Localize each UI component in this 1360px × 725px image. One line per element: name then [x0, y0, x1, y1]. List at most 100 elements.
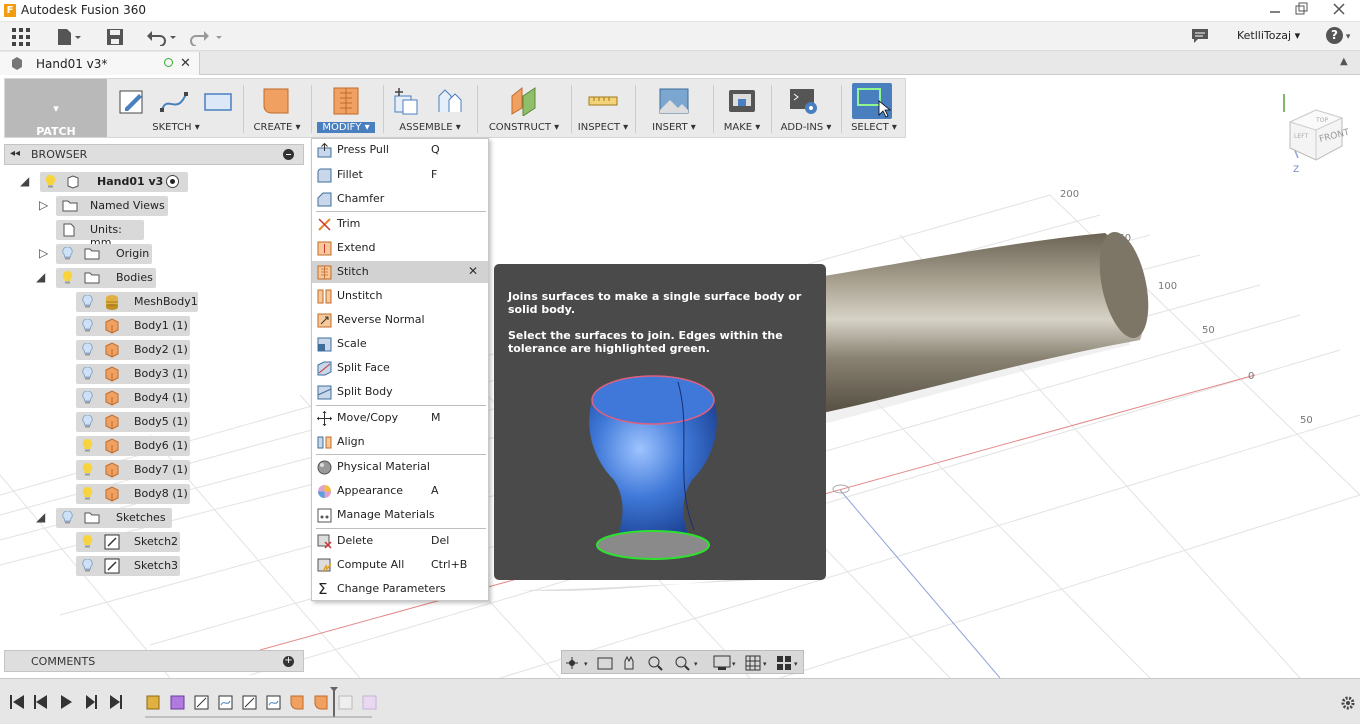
menu-item-unstitch[interactable]: Unstitch	[312, 285, 488, 307]
tree-item-sketch2[interactable]: Sketch2	[76, 532, 180, 552]
spline-icon[interactable]	[159, 86, 189, 116]
patch-extrude-icon[interactable]	[261, 86, 291, 116]
visibility-bulb-icon	[62, 511, 73, 524]
stitch-icon[interactable]	[331, 86, 361, 116]
browser-options-icon[interactable]	[283, 149, 294, 160]
file-menu-icon[interactable]	[56, 28, 82, 46]
tree-item-meshbody1[interactable]: MeshBody1	[76, 292, 198, 312]
user-name: KetlliTozaj	[1237, 29, 1292, 42]
menu-item-extend[interactable]: Extend	[312, 237, 488, 259]
add-comment-icon[interactable]: +	[283, 656, 294, 667]
tree-item-body3[interactable]: Body3 (1)	[76, 364, 190, 384]
menu-item-fillet[interactable]: Fillet F	[312, 164, 488, 186]
comments-panel[interactable]: COMMENTS +	[4, 650, 304, 672]
menu-item-compute-all[interactable]: Compute All Ctrl+B	[312, 554, 488, 576]
notifications-icon[interactable]	[1191, 28, 1209, 44]
menu-item-physical-material[interactable]: Physical Material	[312, 456, 488, 478]
menu-item-reverse-normal[interactable]: Reverse Normal	[312, 309, 488, 331]
menu-item-split-face[interactable]: Split Face	[312, 357, 488, 379]
visibility-bulb-icon	[82, 343, 93, 356]
tree-item-origin[interactable]: Origin	[56, 244, 152, 264]
help-button[interactable]: ? ▾	[1326, 27, 1356, 45]
tree-item-bodies[interactable]: Bodies	[56, 268, 156, 288]
browser-header[interactable]: ◂◂ BROWSER	[4, 144, 304, 165]
quick-access-toolbar: KetlliTozaj ▾ ? ▾	[0, 22, 1360, 51]
menu-item-scale[interactable]: Scale	[312, 333, 488, 355]
document-tab-bar	[0, 51, 1360, 75]
collapse-arrow-icon[interactable]: ◢	[36, 270, 45, 284]
tree-item-label: Body1 (1)	[134, 319, 188, 332]
menu-item-split-body[interactable]: Split Body	[312, 381, 488, 403]
view-cube[interactable]: FRONT TOP LEFT Z	[1276, 86, 1351, 176]
toolbar-group-add-ins[interactable]: ADD-INS ▾	[773, 79, 839, 137]
tree-item-named-views[interactable]: Named Views	[56, 196, 168, 216]
menu-item-move-copy[interactable]: Move/Copy M	[312, 407, 488, 429]
align-icon	[317, 436, 332, 449]
tree-item-body8[interactable]: Body8 (1)	[76, 484, 190, 504]
menu-item-delete[interactable]: Delete Del	[312, 530, 488, 552]
insert-image-icon[interactable]	[659, 86, 689, 116]
stitch-icon	[317, 265, 332, 280]
tree-item-body2[interactable]: Body2 (1)	[76, 340, 190, 360]
rectangle-icon[interactable]	[203, 86, 233, 116]
pin-close-icon[interactable]: ✕	[468, 264, 478, 278]
toolbar-group-select[interactable]: SELECT ▾	[843, 79, 905, 137]
restore-icon[interactable]	[1294, 2, 1308, 16]
toolbar-group-insert[interactable]: INSERT ▾	[637, 79, 711, 137]
sigma-icon: Σ	[318, 580, 328, 598]
redo-icon[interactable]	[190, 28, 224, 47]
toolbar-group-assemble[interactable]: ASSEMBLE ▾	[385, 79, 475, 137]
tree-item-root[interactable]: Hand01 v3	[40, 172, 188, 192]
timeline-settings-gear-icon[interactable]	[1340, 695, 1356, 711]
folder-icon	[84, 512, 100, 524]
group-label-inspect: INSPECT	[577, 122, 620, 133]
collapse-arrow-icon[interactable]: ◢	[36, 510, 45, 524]
toolbar-group-construct[interactable]: CONSTRUCT ▾	[479, 79, 569, 137]
offset-plane-icon[interactable]	[509, 86, 539, 117]
menu-item-press-pull[interactable]: Press Pull Q	[312, 139, 488, 161]
tree-item-body7[interactable]: Body7 (1)	[76, 460, 190, 480]
menu-item-chamfer[interactable]: Chamfer	[312, 188, 488, 210]
user-account-menu[interactable]: KetlliTozaj ▾	[1237, 29, 1300, 42]
close-tab-icon[interactable]: ✕	[180, 56, 191, 71]
tree-item-body4[interactable]: Body4 (1)	[76, 388, 190, 408]
new-component-icon[interactable]	[391, 86, 421, 116]
select-icon[interactable]	[852, 83, 892, 119]
svg-text:▾: ▾	[732, 660, 736, 668]
menu-item-manage-materials[interactable]: Manage Materials	[312, 504, 488, 526]
tree-item-sketches[interactable]: Sketches	[56, 508, 172, 528]
data-panel-grid-icon[interactable]	[12, 28, 30, 46]
close-window-icon[interactable]	[1332, 2, 1346, 16]
toolbar-group-create[interactable]: CREATE ▾	[245, 79, 309, 137]
minimize-icon[interactable]	[1268, 2, 1282, 16]
menu-item-trim[interactable]: Trim	[312, 213, 488, 235]
activate-component-icon[interactable]	[166, 175, 179, 188]
tree-item-units[interactable]: Units: mm	[56, 220, 144, 249]
tree-item-body1[interactable]: Body1 (1)	[76, 316, 190, 336]
measure-icon[interactable]	[588, 86, 618, 116]
scripts-icon[interactable]	[789, 86, 819, 116]
tree-item-sketch3[interactable]: Sketch3	[76, 556, 180, 576]
joint-icon[interactable]	[435, 86, 465, 116]
undo-icon[interactable]	[146, 28, 178, 47]
menu-item-change-parameters[interactable]: Σ Change Parameters	[312, 578, 488, 600]
menu-item-appearance[interactable]: Appearance A	[312, 480, 488, 502]
expand-arrow-icon[interactable]: ▷	[39, 246, 48, 260]
toolbar-group-sketch[interactable]: SKETCH ▾	[111, 79, 241, 137]
workspace-selector[interactable]: PATCH ▾	[5, 79, 107, 138]
toolbar-group-make[interactable]: MAKE ▾	[715, 79, 769, 137]
menu-item-align[interactable]: Align	[312, 431, 488, 453]
menu-item-stitch[interactable]: Stitch ✕	[312, 261, 488, 283]
expand-arrow-icon[interactable]: ▷	[39, 198, 48, 212]
document-tab[interactable]: Hand01 v3* ✕	[0, 52, 200, 75]
create-sketch-icon[interactable]	[117, 86, 147, 116]
toolbar-group-inspect[interactable]: INSPECT ▾	[573, 79, 633, 137]
3d-print-icon[interactable]	[727, 86, 757, 116]
save-icon[interactable]	[106, 28, 124, 46]
toolbar-group-modify[interactable]: MODIFY ▾	[313, 79, 379, 137]
collapse-arrow-icon[interactable]: ◢	[20, 174, 29, 188]
expand-tabs-icon[interactable]: ▲	[1340, 56, 1348, 67]
tree-item-body5[interactable]: Body5 (1)	[76, 412, 190, 432]
tree-item-body6[interactable]: Body6 (1)	[76, 436, 190, 456]
collapse-browser-icon[interactable]: ◂◂	[10, 148, 20, 159]
